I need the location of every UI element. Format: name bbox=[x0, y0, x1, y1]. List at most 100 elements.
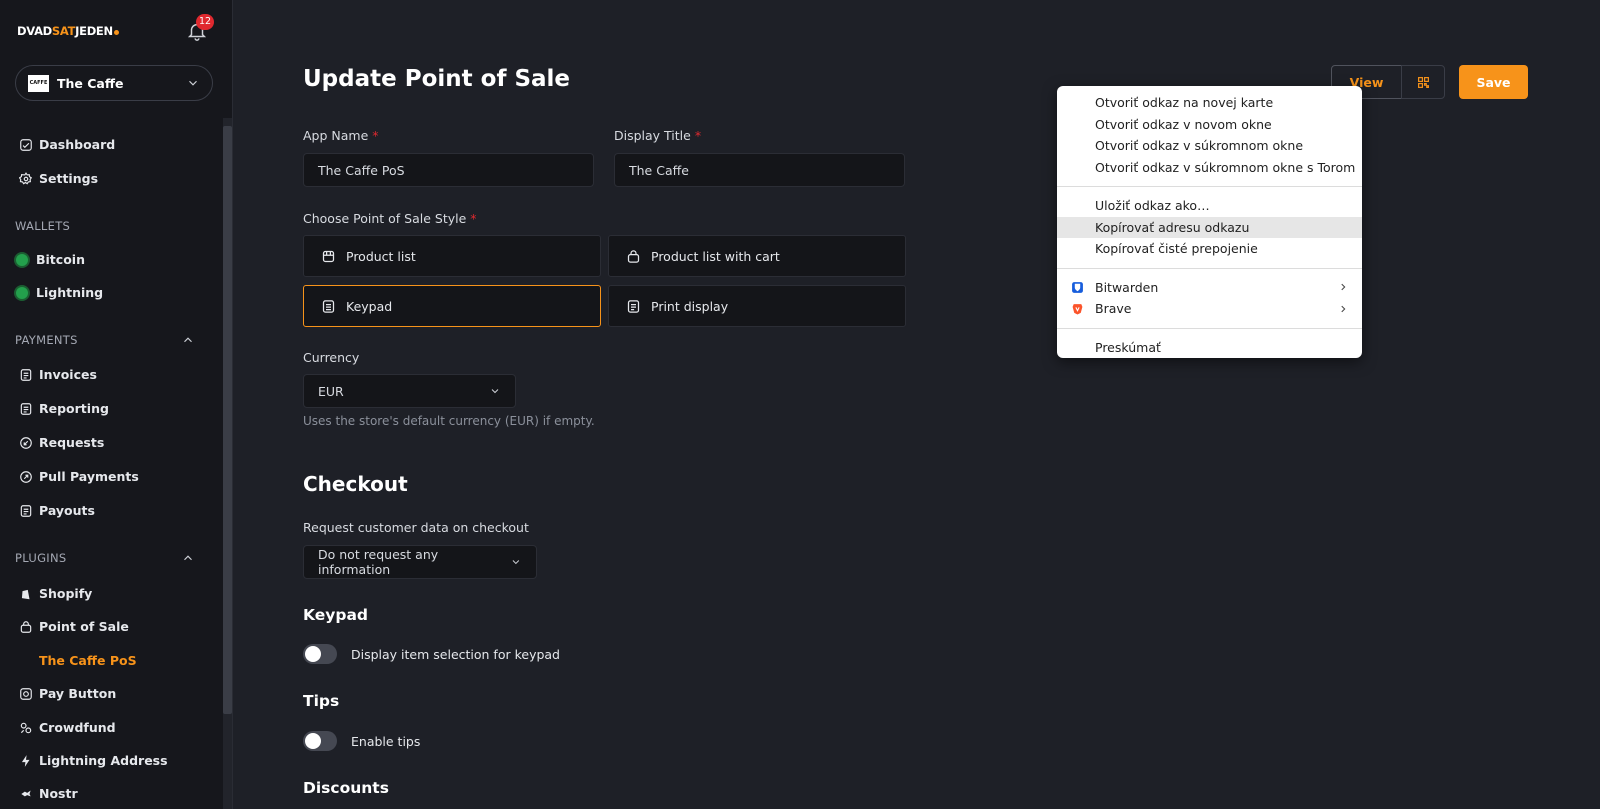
menu-open-private[interactable]: Otvoriť odkaz v súkromnom okne bbox=[1057, 135, 1362, 157]
nostr-icon bbox=[21, 790, 31, 796]
request-icon bbox=[20, 436, 32, 449]
nav-payouts[interactable]: Payouts bbox=[19, 503, 95, 518]
nav-pay-button[interactable]: Pay Button bbox=[19, 686, 116, 701]
chevron-right-icon bbox=[1341, 305, 1346, 313]
nav-invoices[interactable]: Invoices bbox=[19, 367, 97, 382]
currency-label: Currency bbox=[303, 350, 360, 365]
discounts-heading: Discounts bbox=[303, 779, 389, 797]
nav-bitcoin[interactable]: Bitcoin bbox=[16, 252, 85, 267]
nav-settings-label: Settings bbox=[39, 171, 99, 186]
chevron-down-icon bbox=[189, 80, 197, 86]
keypad-item-selection-toggle[interactable] bbox=[303, 644, 337, 664]
storefront-icon bbox=[322, 250, 335, 262]
nav-point-of-sale[interactable]: Point of Sale bbox=[19, 619, 129, 634]
currency-select[interactable]: EUR bbox=[303, 374, 516, 408]
nav-lightning[interactable]: Lightning bbox=[16, 285, 103, 300]
chevron-up-icon[interactable] bbox=[181, 333, 195, 347]
menu-open-tor[interactable]: Otvoriť odkaz v súkromnom okne s Torom bbox=[1057, 157, 1362, 179]
tips-heading: Tips bbox=[303, 692, 340, 710]
menu-separator bbox=[1057, 267, 1362, 269]
store-logo: CAFFE bbox=[28, 74, 49, 92]
menu-separator bbox=[1057, 327, 1362, 329]
menu-open-new-window[interactable]: Otvoriť odkaz v novom okne bbox=[1057, 114, 1362, 136]
nav-requests[interactable]: Requests bbox=[19, 435, 104, 450]
brand-part2: SAT bbox=[51, 24, 76, 38]
required-mark: * bbox=[694, 128, 702, 143]
display-title-label: Display Title * bbox=[614, 128, 701, 143]
menu-save-link[interactable]: Uložiť odkaz ako… bbox=[1057, 195, 1362, 217]
nav-settings[interactable]: Settings bbox=[19, 171, 98, 186]
menu-brave-label: Brave bbox=[1095, 301, 1132, 317]
menu-bitwarden[interactable]: Bitwarden bbox=[1057, 277, 1362, 299]
nav-bitcoin-label: Bitcoin bbox=[36, 252, 85, 267]
style-keypad[interactable]: Keypad bbox=[303, 285, 601, 327]
status-dot bbox=[16, 286, 28, 299]
bitwarden-icon bbox=[1072, 281, 1083, 293]
gear-icon bbox=[19, 171, 33, 184]
nav-reporting[interactable]: Reporting bbox=[19, 401, 109, 416]
nav-dashboard[interactable]: Dashboard bbox=[19, 137, 115, 152]
scrollbar-thumb[interactable] bbox=[223, 126, 232, 714]
nav-pay-button-label: Pay Button bbox=[39, 686, 117, 701]
context-menu: Otvoriť odkaz na novej karte Otvoriť odk… bbox=[1057, 86, 1362, 358]
qr-code-icon bbox=[1417, 76, 1429, 88]
enable-tips-label: Enable tips bbox=[351, 734, 421, 749]
nav-lightning-label: Lightning bbox=[36, 285, 104, 300]
nav-requests-label: Requests bbox=[39, 435, 105, 450]
style-product-list-cart[interactable]: Product list with cart bbox=[608, 235, 906, 277]
request-data-label: Request customer data on checkout bbox=[303, 520, 529, 535]
required-mark: * bbox=[372, 128, 379, 143]
pull-payment-icon bbox=[20, 470, 32, 483]
report-icon bbox=[20, 402, 32, 415]
nav-pull-payments[interactable]: Pull Payments bbox=[19, 469, 139, 484]
section-plugins: PLUGINS bbox=[15, 551, 67, 565]
qr-code-button[interactable] bbox=[1401, 65, 1445, 99]
save-button[interactable]: Save bbox=[1459, 65, 1528, 99]
brand-logo[interactable]: DVADSATJEDEN bbox=[17, 24, 119, 38]
store-name: The Caffe bbox=[57, 75, 124, 91]
menu-open-new-tab[interactable]: Otvoriť odkaz na novej karte bbox=[1057, 92, 1362, 114]
style-product-list[interactable]: Product list bbox=[303, 235, 601, 277]
request-data-value: Do not request any information bbox=[318, 547, 439, 577]
chevron-right-icon bbox=[1341, 283, 1346, 291]
nav-lightning-address-label: Lightning Address bbox=[39, 753, 168, 768]
pay-button-icon bbox=[20, 687, 32, 700]
nav-shopify[interactable]: Shopify bbox=[19, 586, 92, 601]
dashboard-icon bbox=[20, 138, 32, 151]
style-print-display[interactable]: Print display bbox=[608, 285, 906, 327]
payout-icon bbox=[20, 504, 32, 517]
menu-inspect[interactable]: Preskúmať bbox=[1057, 337, 1362, 359]
chevron-up-icon[interactable] bbox=[181, 551, 195, 565]
required-mark: * bbox=[470, 211, 477, 226]
menu-copy-clean-link[interactable]: Kopírovať čisté prepojenie bbox=[1057, 238, 1362, 260]
lightning-bolt-icon bbox=[21, 754, 30, 767]
nav-point-of-sale-label: Point of Sale bbox=[39, 619, 129, 634]
menu-bitwarden-label: Bitwarden bbox=[1095, 279, 1159, 295]
section-payments: PAYMENTS bbox=[15, 333, 78, 347]
currency-hint: Uses the store's default currency (EUR) … bbox=[303, 414, 595, 428]
brand-part3: JEDEN bbox=[75, 24, 113, 38]
chevron-down-icon bbox=[512, 560, 520, 565]
display-title-label-text: Display Title bbox=[614, 128, 691, 143]
menu-copy-link[interactable]: Kopírovať adresu odkazu bbox=[1057, 216, 1362, 238]
request-data-select[interactable]: Do not request any information bbox=[303, 545, 537, 579]
nav-nostr[interactable]: Nostr bbox=[19, 786, 78, 801]
nav-lightning-address[interactable]: Lightning Address bbox=[19, 753, 168, 768]
nav-the-caffe-pos[interactable]: The Caffe PoS bbox=[39, 653, 137, 668]
crowdfund-icon bbox=[20, 722, 32, 733]
app-name-input[interactable]: The Caffe PoS bbox=[303, 153, 594, 187]
nav-crowdfund[interactable]: Crowdfund bbox=[19, 720, 116, 735]
style-label: Choose Point of Sale Style * bbox=[303, 211, 477, 226]
menu-brave[interactable]: Brave bbox=[1057, 298, 1362, 320]
keypad-item-selection-label: Display item selection for keypad bbox=[351, 647, 560, 662]
style-label-text: Choose Point of Sale Style bbox=[303, 211, 467, 226]
keypad-heading: Keypad bbox=[303, 606, 369, 624]
display-title-input[interactable]: The Caffe bbox=[614, 153, 905, 187]
status-dot bbox=[16, 253, 28, 266]
brave-lion-icon bbox=[1072, 304, 1083, 315]
store-selector[interactable]: CAFFE The Caffe bbox=[15, 65, 213, 101]
enable-tips-toggle[interactable] bbox=[303, 731, 337, 751]
section-wallets: WALLETS bbox=[15, 219, 71, 233]
style-product-list-cart-label: Product list with cart bbox=[651, 248, 780, 264]
shopping-bag-icon bbox=[20, 620, 32, 633]
